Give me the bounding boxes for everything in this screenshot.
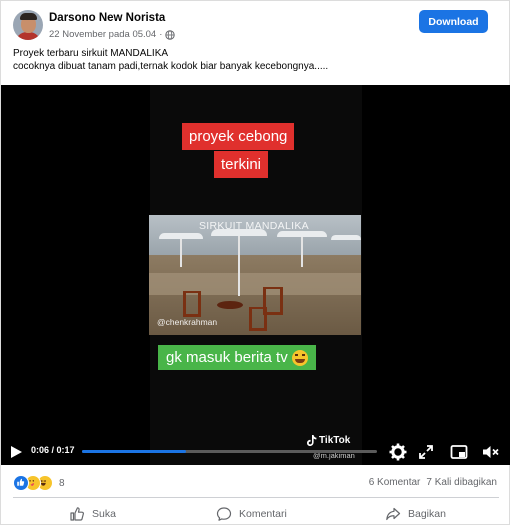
share-arrow-icon (386, 507, 401, 521)
overlay-title-line: proyek cebong (189, 128, 288, 145)
like-button-label: Suka (92, 508, 116, 520)
video-controls: 0:06 / 0:17 (1, 438, 510, 465)
share-button-label: Bagikan (408, 508, 446, 520)
overlay-caption-text: gk masuk berita tv (166, 349, 288, 366)
comment-button[interactable]: Komentari (216, 504, 287, 524)
overlay-title-line: terkini (221, 156, 262, 173)
engagement-stats: 6 Komentar 7 Kali dibagikan (369, 477, 497, 488)
progress-fill (82, 450, 187, 453)
overlay-caption: gk masuk berita tv (158, 345, 316, 370)
like-reaction-icon (13, 475, 29, 491)
overlay-title: proyek cebong (182, 123, 295, 150)
caption-line: cocoknya dibuat tanam padi,ternak kodok … (13, 61, 329, 72)
avatar[interactable] (13, 10, 43, 40)
settings-gear-icon[interactable] (388, 442, 408, 462)
fullscreen-icon[interactable] (416, 442, 436, 462)
globe-icon (165, 29, 176, 40)
download-button[interactable]: Download (419, 10, 488, 33)
post-caption: Proyek terbaru sirkuit MANDALIKA cocokny… (13, 47, 328, 73)
video-player[interactable]: proyek cebong terkini SIRKUIT MANDALIKA … (1, 85, 510, 465)
laughing-emoji-icon (291, 349, 308, 366)
post-meta: 22 November pada 05.04 · (49, 29, 176, 40)
share-button[interactable]: Bagikan (385, 504, 446, 524)
comment-icon (216, 507, 232, 521)
comment-count-link[interactable]: 6 Komentar (369, 477, 421, 488)
time-display: 0:06 / 0:17 (31, 445, 75, 455)
picture-in-picture-icon[interactable] (449, 442, 469, 462)
progress-bar[interactable] (82, 450, 377, 453)
video-clip: SIRKUIT MANDALIKA @chenkrahman (149, 215, 361, 335)
clip-title: SIRKUIT MANDALIKA (199, 220, 309, 232)
thumbs-up-icon (70, 507, 84, 521)
play-icon[interactable] (11, 446, 22, 458)
clip-handle: @chenkrahman (157, 317, 218, 327)
post-timestamp[interactable]: 22 November pada 05.04 (49, 29, 156, 40)
share-count-link[interactable]: 7 Kali dibagikan (426, 477, 497, 488)
overlay-title: terkini (214, 151, 269, 178)
author-name[interactable]: Darsono New Norista (49, 12, 165, 24)
reaction-count: 8 (59, 477, 65, 489)
volume-muted-icon[interactable] (480, 442, 500, 462)
like-button[interactable]: Suka (69, 504, 116, 524)
reaction-summary[interactable]: 8 (13, 475, 65, 491)
post-card: Darsono New Norista 22 November pada 05.… (0, 0, 510, 525)
comment-button-label: Komentari (239, 508, 287, 520)
caption-line: Proyek terbaru sirkuit MANDALIKA (13, 48, 169, 59)
divider (13, 497, 499, 498)
